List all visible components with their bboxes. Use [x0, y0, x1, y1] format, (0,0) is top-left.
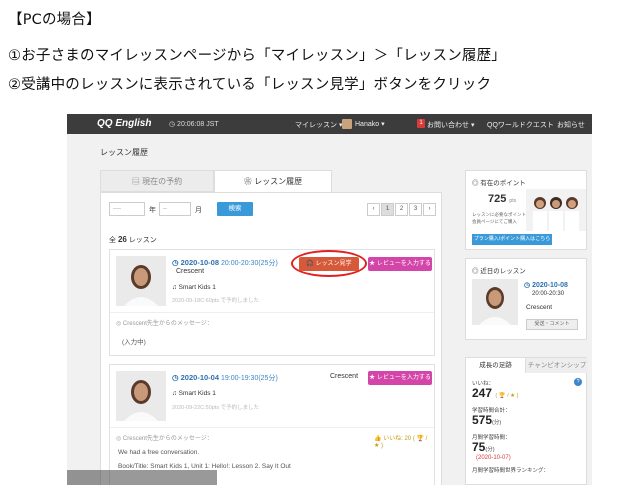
pager-page-1[interactable]: 1	[381, 203, 394, 216]
lesson-datetime: ◷ 2020-10-08 20:00-20:30(25分)	[172, 258, 278, 268]
tab-championship[interactable]: チャンピオンシップ	[526, 358, 588, 373]
month-select[interactable]: --	[159, 202, 191, 216]
tab-bar: ▤ 現在の予約 ❀ レッスン履歴	[100, 170, 442, 192]
points-number: 725	[488, 193, 507, 205]
pager-prev[interactable]: ‹	[367, 203, 380, 216]
monthly-time-unit: (分)	[485, 447, 495, 453]
teacher-portrait-icon	[472, 279, 518, 325]
buy-points-button[interactable]: プラン購入/ポイント購入はこちら	[472, 234, 552, 245]
tab-reservations[interactable]: ▤ 現在の予約	[100, 170, 214, 192]
monthly-date: (2020-10-07)	[476, 455, 511, 461]
instruction-step-2: ②受講中のレッスンに表示されている「レッスン見学」ボタンをクリック	[8, 77, 492, 93]
points-box: ◎ 有在のポイント 725 pts レッスンに必要なポイントを 会員ページにてご…	[465, 170, 587, 250]
points-note: レッスンに必要なポイントを 会員ページにてご購入	[472, 212, 531, 224]
history-panel: ▤ 現在の予約 ❀ レッスン履歴 ---- 年 -- 月 検索 ‹ 1 2 3 …	[100, 170, 442, 485]
course-name: ♫ Smart Kids 1	[172, 284, 216, 291]
lesson-date-text: 2020-10-08	[180, 258, 220, 267]
teacher-portrait-icon	[116, 256, 166, 306]
total-time: 575(分)	[472, 413, 501, 427]
review-button[interactable]: ★ レビューを入力する	[368, 371, 432, 385]
count-suffix: レッスン	[128, 237, 157, 244]
month-label: 月	[195, 207, 202, 214]
lesson-time: 20:00-20:30(25分)	[220, 260, 278, 267]
points-value: 725 pts	[488, 193, 516, 205]
points-unit: pts	[509, 198, 517, 204]
recent-title: ◎ 近日のレッスン	[472, 268, 526, 275]
message-text: Book/Title: Smart Kids 1, Unit 1: Hello!…	[118, 463, 291, 470]
screenshot-frame: QQ English ◷ 20:06:08 JST マイレッスン ▾ Hanak…	[67, 114, 592, 485]
teacher-portrait-icon	[116, 371, 166, 421]
teacher-name[interactable]: Crescent	[176, 268, 204, 275]
teachers-group-icon	[526, 189, 586, 231]
user-avatar	[342, 119, 352, 129]
year-select[interactable]: ----	[109, 202, 145, 216]
lesson-date: ◷ 2020-10-08	[172, 258, 220, 267]
instruction-step-1: ①お子さまのマイレッスンページから「マイレッスン」＞「レッスン履歴」	[8, 48, 507, 64]
teacher-photo[interactable]	[116, 371, 166, 421]
instruction-heading: 【PCの場合】	[8, 12, 101, 28]
pager-page-2[interactable]: 2	[395, 203, 408, 216]
likes-total-value: 247	[472, 386, 493, 400]
monthly-time-value: 75	[472, 440, 486, 454]
brand-logo[interactable]: QQ English	[97, 118, 151, 129]
likes-total: 247 ( 🏆 / ★ )	[472, 386, 518, 400]
monthly-time: 75(分)	[472, 440, 495, 454]
nav-inquiry[interactable]: お問い合わせ ▾	[427, 120, 474, 130]
message-text: We had a free conversation.	[118, 449, 200, 456]
recent-teacher-photo[interactable]	[472, 279, 518, 325]
teacher-photo[interactable]	[116, 256, 166, 306]
help-icon[interactable]: ?	[574, 378, 582, 386]
points-title: ◎ 有在のポイント	[472, 180, 526, 187]
message-label: ◎ Crescent先生からのメッセージ：	[116, 321, 213, 327]
lesson-time: 19:00-19:30(25分)	[220, 375, 278, 382]
total-time-unit: (分)	[492, 420, 502, 426]
divider	[110, 312, 434, 313]
recent-time: 20:00-20:30	[532, 291, 565, 297]
tab-lesson-history[interactable]: ❀ レッスン履歴	[214, 170, 332, 192]
lesson-card: ◷ 2020-10-08 20:00-20:30(25分) Crescent ♫…	[109, 249, 435, 356]
lesson-card: ◷ 2020-10-04 19:00-19:30(25分) Crescent ★…	[109, 364, 435, 485]
message-text: (入力中)	[122, 339, 146, 346]
lesson-date: ◷ 2020-10-04	[172, 373, 220, 382]
nav-my-lesson[interactable]: マイレッスン ▾	[295, 120, 342, 130]
notification-badge: 1	[417, 119, 425, 128]
history-content: ---- 年 -- 月 検索 ‹ 1 2 3 › 全 26 レッスン ◷ 202…	[100, 192, 442, 485]
likes-breakdown: ( 🏆 / ★ )	[495, 393, 519, 399]
teacher-name[interactable]: Crescent	[330, 373, 358, 380]
ranking-label: 月間学習時間世界ランキング：	[472, 468, 549, 474]
nav-world-quest[interactable]: QQワールドクエスト	[487, 120, 554, 130]
top-nav-bar: QQ English ◷ 20:06:08 JST マイレッスン ▾ Hanak…	[67, 114, 592, 134]
recent-date: ◷ 2020-10-08	[524, 282, 568, 289]
clock: ◷ 20:06:08 JST	[169, 121, 219, 128]
recent-teacher-name[interactable]: Crescent	[526, 304, 552, 311]
watch-lesson-button[interactable]: 🎧 レッスン見学	[299, 257, 359, 271]
lesson-count: 全 26 レッスン	[109, 235, 157, 245]
pager-next[interactable]: ›	[423, 203, 436, 216]
total-time-value: 575	[472, 413, 493, 427]
lesson-date-text: 2020-10-04	[180, 373, 220, 382]
recent-lesson-box: ◎ 近日のレッスン ◷ 2020-10-08 20:00-20:30 Cresc…	[465, 258, 587, 340]
course-name: ♫ Smart Kids 1	[172, 390, 216, 397]
review-button[interactable]: ★ レビューを入力する	[368, 257, 432, 271]
year-label: 年	[149, 207, 156, 214]
nav-user-menu[interactable]: Hanako ▾	[355, 120, 385, 128]
count-number: 26	[117, 235, 127, 244]
divider	[110, 427, 434, 428]
reserved-note: 2020-09-22C:50pts で予約しました	[172, 405, 260, 411]
recent-date-text: 2020-10-08	[532, 282, 568, 289]
status-bar	[67, 470, 217, 485]
likes-count: 👍 いいね: 20 ( 🏆 / ★ )	[374, 436, 428, 449]
reserved-note: 2020-09-18C:60pts で予約しました	[172, 298, 260, 304]
page-title: レッスン履歴	[100, 148, 148, 157]
pager-page-3[interactable]: 3	[409, 203, 422, 216]
stats-box: 成長の足跡 チャンピオンシップ ? いいね： 247 ( 🏆 / ★ ) 学習時…	[465, 357, 588, 485]
evaluate-button[interactable]: 受送・コメント	[526, 319, 578, 330]
message-label: ◎ Crescent先生からのメッセージ：	[116, 436, 213, 442]
nav-news[interactable]: お知らせ	[557, 120, 585, 130]
search-button[interactable]: 検索	[217, 202, 253, 216]
tab-growth[interactable]: 成長の足跡	[466, 358, 526, 373]
count-prefix: 全	[109, 237, 116, 244]
lesson-datetime: ◷ 2020-10-04 19:00-19:30(25分)	[172, 373, 278, 383]
